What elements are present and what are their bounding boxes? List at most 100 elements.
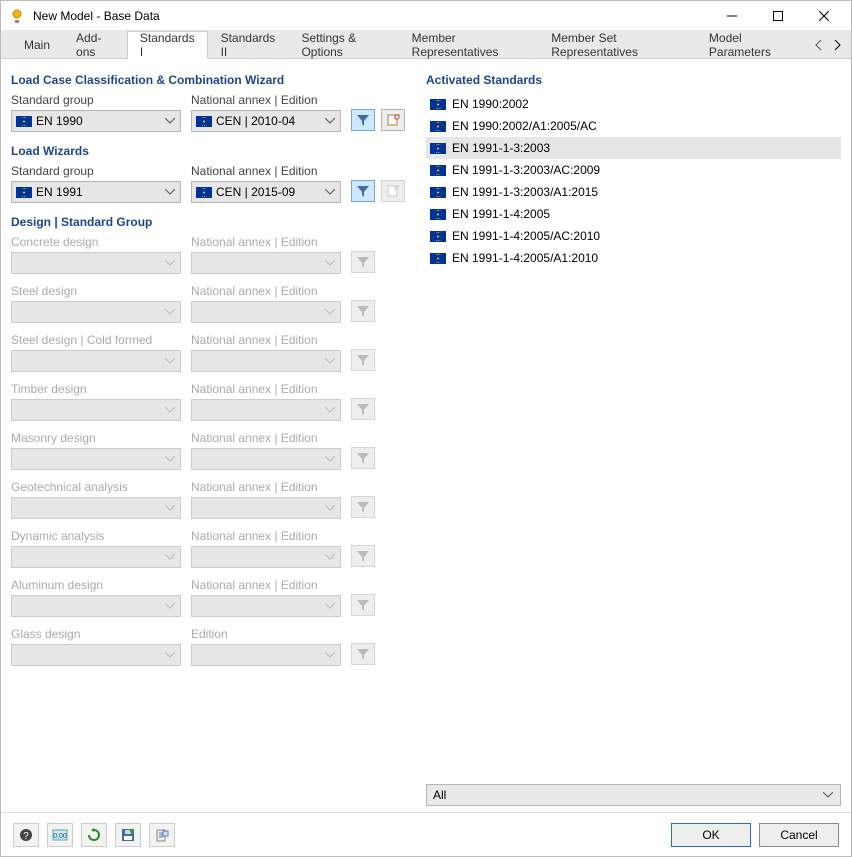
chevron-down-icon [322, 554, 338, 560]
chevron-down-icon [322, 260, 338, 266]
tab-standards-2[interactable]: Standards II [208, 31, 289, 58]
tab-main[interactable]: Main [11, 31, 63, 58]
chevron-down-icon [322, 652, 338, 658]
eu-flag-icon [16, 116, 32, 127]
design-row-annex-label: National annex | Edition [191, 529, 341, 543]
window-title: New Model - Base Data [33, 9, 160, 23]
activated-standards-list[interactable]: EN 1990:2002 EN 1990:2002/A1:2005/AC EN … [426, 93, 841, 778]
close-button[interactable] [801, 1, 847, 31]
dropdown-standard-group-2[interactable]: EN 1991 [11, 181, 181, 203]
filter-button-disabled [351, 251, 375, 273]
tab-scroll-left-icon[interactable] [813, 39, 825, 51]
chevron-down-icon [162, 358, 178, 364]
dropdown-design-annex-disabled [191, 252, 341, 274]
help-button[interactable]: ? [13, 823, 39, 847]
tab-settings-options[interactable]: Settings & Options [288, 31, 398, 58]
dropdown-design-group-disabled [11, 350, 181, 372]
dropdown-national-annex-2[interactable]: CEN | 2015-09 [191, 181, 341, 203]
eu-flag-icon [16, 187, 32, 198]
dropdown-design-annex-disabled [191, 301, 341, 323]
activated-standard-label: EN 1990:2002 [452, 95, 529, 113]
dropdown-design-annex-disabled [191, 546, 341, 568]
dropdown-filter-all[interactable]: All [426, 784, 841, 806]
save-default-button[interactable] [115, 823, 141, 847]
activated-standard-item[interactable]: EN 1991-1-3:2003/AC:2009 [426, 159, 841, 181]
filter-button-disabled [351, 594, 375, 616]
dropdown-design-annex-disabled [191, 399, 341, 421]
label-standard-group-2: Standard group [11, 164, 181, 178]
units-button[interactable]: 0,00 [47, 823, 73, 847]
tab-scroll-right-icon[interactable] [831, 39, 843, 51]
activated-standard-label: EN 1991-1-3:2003/A1:2015 [452, 183, 598, 201]
design-row-label: Steel design | Cold formed [11, 333, 181, 347]
activated-standard-label: EN 1990:2002/A1:2005/AC [452, 117, 597, 135]
filter-button-disabled [351, 447, 375, 469]
chevron-down-icon [322, 603, 338, 609]
chevron-down-icon [162, 260, 178, 266]
design-row-label: Steel design [11, 284, 181, 298]
activated-standard-item[interactable]: EN 1991-1-3:2003 [426, 137, 841, 159]
chevron-down-icon [322, 407, 338, 413]
filter-button-disabled [351, 349, 375, 371]
reset-button[interactable] [81, 823, 107, 847]
activated-standard-item[interactable]: EN 1991-1-4:2005 [426, 203, 841, 225]
design-row: Aluminum design National annex | Edition [11, 578, 416, 617]
chevron-down-icon [322, 189, 338, 195]
activated-standard-item[interactable]: EN 1990:2002 [426, 93, 841, 115]
eu-flag-icon [430, 121, 446, 132]
chevron-down-icon [322, 456, 338, 462]
chevron-down-icon [322, 309, 338, 315]
design-row: Timber design National annex | Edition [11, 382, 416, 421]
eu-flag-icon [430, 209, 446, 220]
activated-standard-label: EN 1991-1-3:2003 [452, 139, 550, 157]
design-row-annex-label: National annex | Edition [191, 333, 341, 347]
filter-button-disabled [351, 398, 375, 420]
dropdown-standard-group-value: EN 1990 [36, 114, 158, 128]
minimize-button[interactable] [709, 1, 755, 31]
design-row-label: Aluminum design [11, 578, 181, 592]
dropdown-design-group-disabled [11, 546, 181, 568]
maximize-button[interactable] [755, 1, 801, 31]
tab-standards-1[interactable]: Standards I [127, 31, 208, 59]
dropdown-design-group-disabled [11, 252, 181, 274]
right-column: Activated Standards EN 1990:2002 EN 1990… [426, 69, 841, 806]
activated-standard-item[interactable]: EN 1991-1-3:2003/A1:2015 [426, 181, 841, 203]
chevron-down-icon [162, 118, 178, 124]
left-column: Load Case Classification & Combination W… [11, 69, 416, 806]
cancel-button[interactable]: Cancel [759, 823, 839, 847]
eu-flag-icon [430, 187, 446, 198]
tab-addons[interactable]: Add-ons [63, 31, 127, 58]
tab-model-parameters[interactable]: Model Parameters [696, 31, 805, 58]
chevron-down-icon [322, 505, 338, 511]
label-national-annex-2: National annex | Edition [191, 164, 341, 178]
activated-standard-item[interactable]: EN 1990:2002/A1:2005/AC [426, 115, 841, 137]
filter-button[interactable] [351, 109, 375, 131]
dropdown-national-annex-2-value: CEN | 2015-09 [216, 185, 318, 199]
load-default-button[interactable] [149, 823, 175, 847]
tab-member-set-reps[interactable]: Member Set Representatives [538, 31, 696, 58]
section-design-group-title: Design | Standard Group [11, 211, 416, 235]
dropdown-standard-group[interactable]: EN 1990 [11, 110, 181, 132]
activated-standard-item[interactable]: EN 1991-1-4:2005/A1:2010 [426, 247, 841, 269]
filter-button-2[interactable] [351, 180, 375, 202]
new-button[interactable] [381, 109, 405, 131]
eu-flag-icon [430, 99, 446, 110]
activated-standard-label: EN 1991-1-3:2003/AC:2009 [452, 161, 600, 179]
tab-member-reps[interactable]: Member Representatives [399, 31, 539, 58]
design-row: Concrete design National annex | Edition [11, 235, 416, 274]
dropdown-national-annex-value: CEN | 2010-04 [216, 114, 318, 128]
eu-flag-icon [430, 231, 446, 242]
eu-flag-icon [430, 165, 446, 176]
eu-flag-icon [430, 143, 446, 154]
chevron-down-icon [162, 554, 178, 560]
design-row-label: Timber design [11, 382, 181, 396]
dropdown-standard-group-2-value: EN 1991 [36, 185, 158, 199]
activated-standard-item[interactable]: EN 1991-1-4:2005/AC:2010 [426, 225, 841, 247]
ok-button[interactable]: OK [671, 823, 751, 847]
design-row-annex-label: National annex | Edition [191, 431, 341, 445]
design-row-annex-label: National annex | Edition [191, 578, 341, 592]
dropdown-national-annex[interactable]: CEN | 2010-04 [191, 110, 341, 132]
dropdown-design-annex-disabled [191, 448, 341, 470]
design-row-label: Geotechnical analysis [11, 480, 181, 494]
design-row: Steel design National annex | Edition [11, 284, 416, 323]
